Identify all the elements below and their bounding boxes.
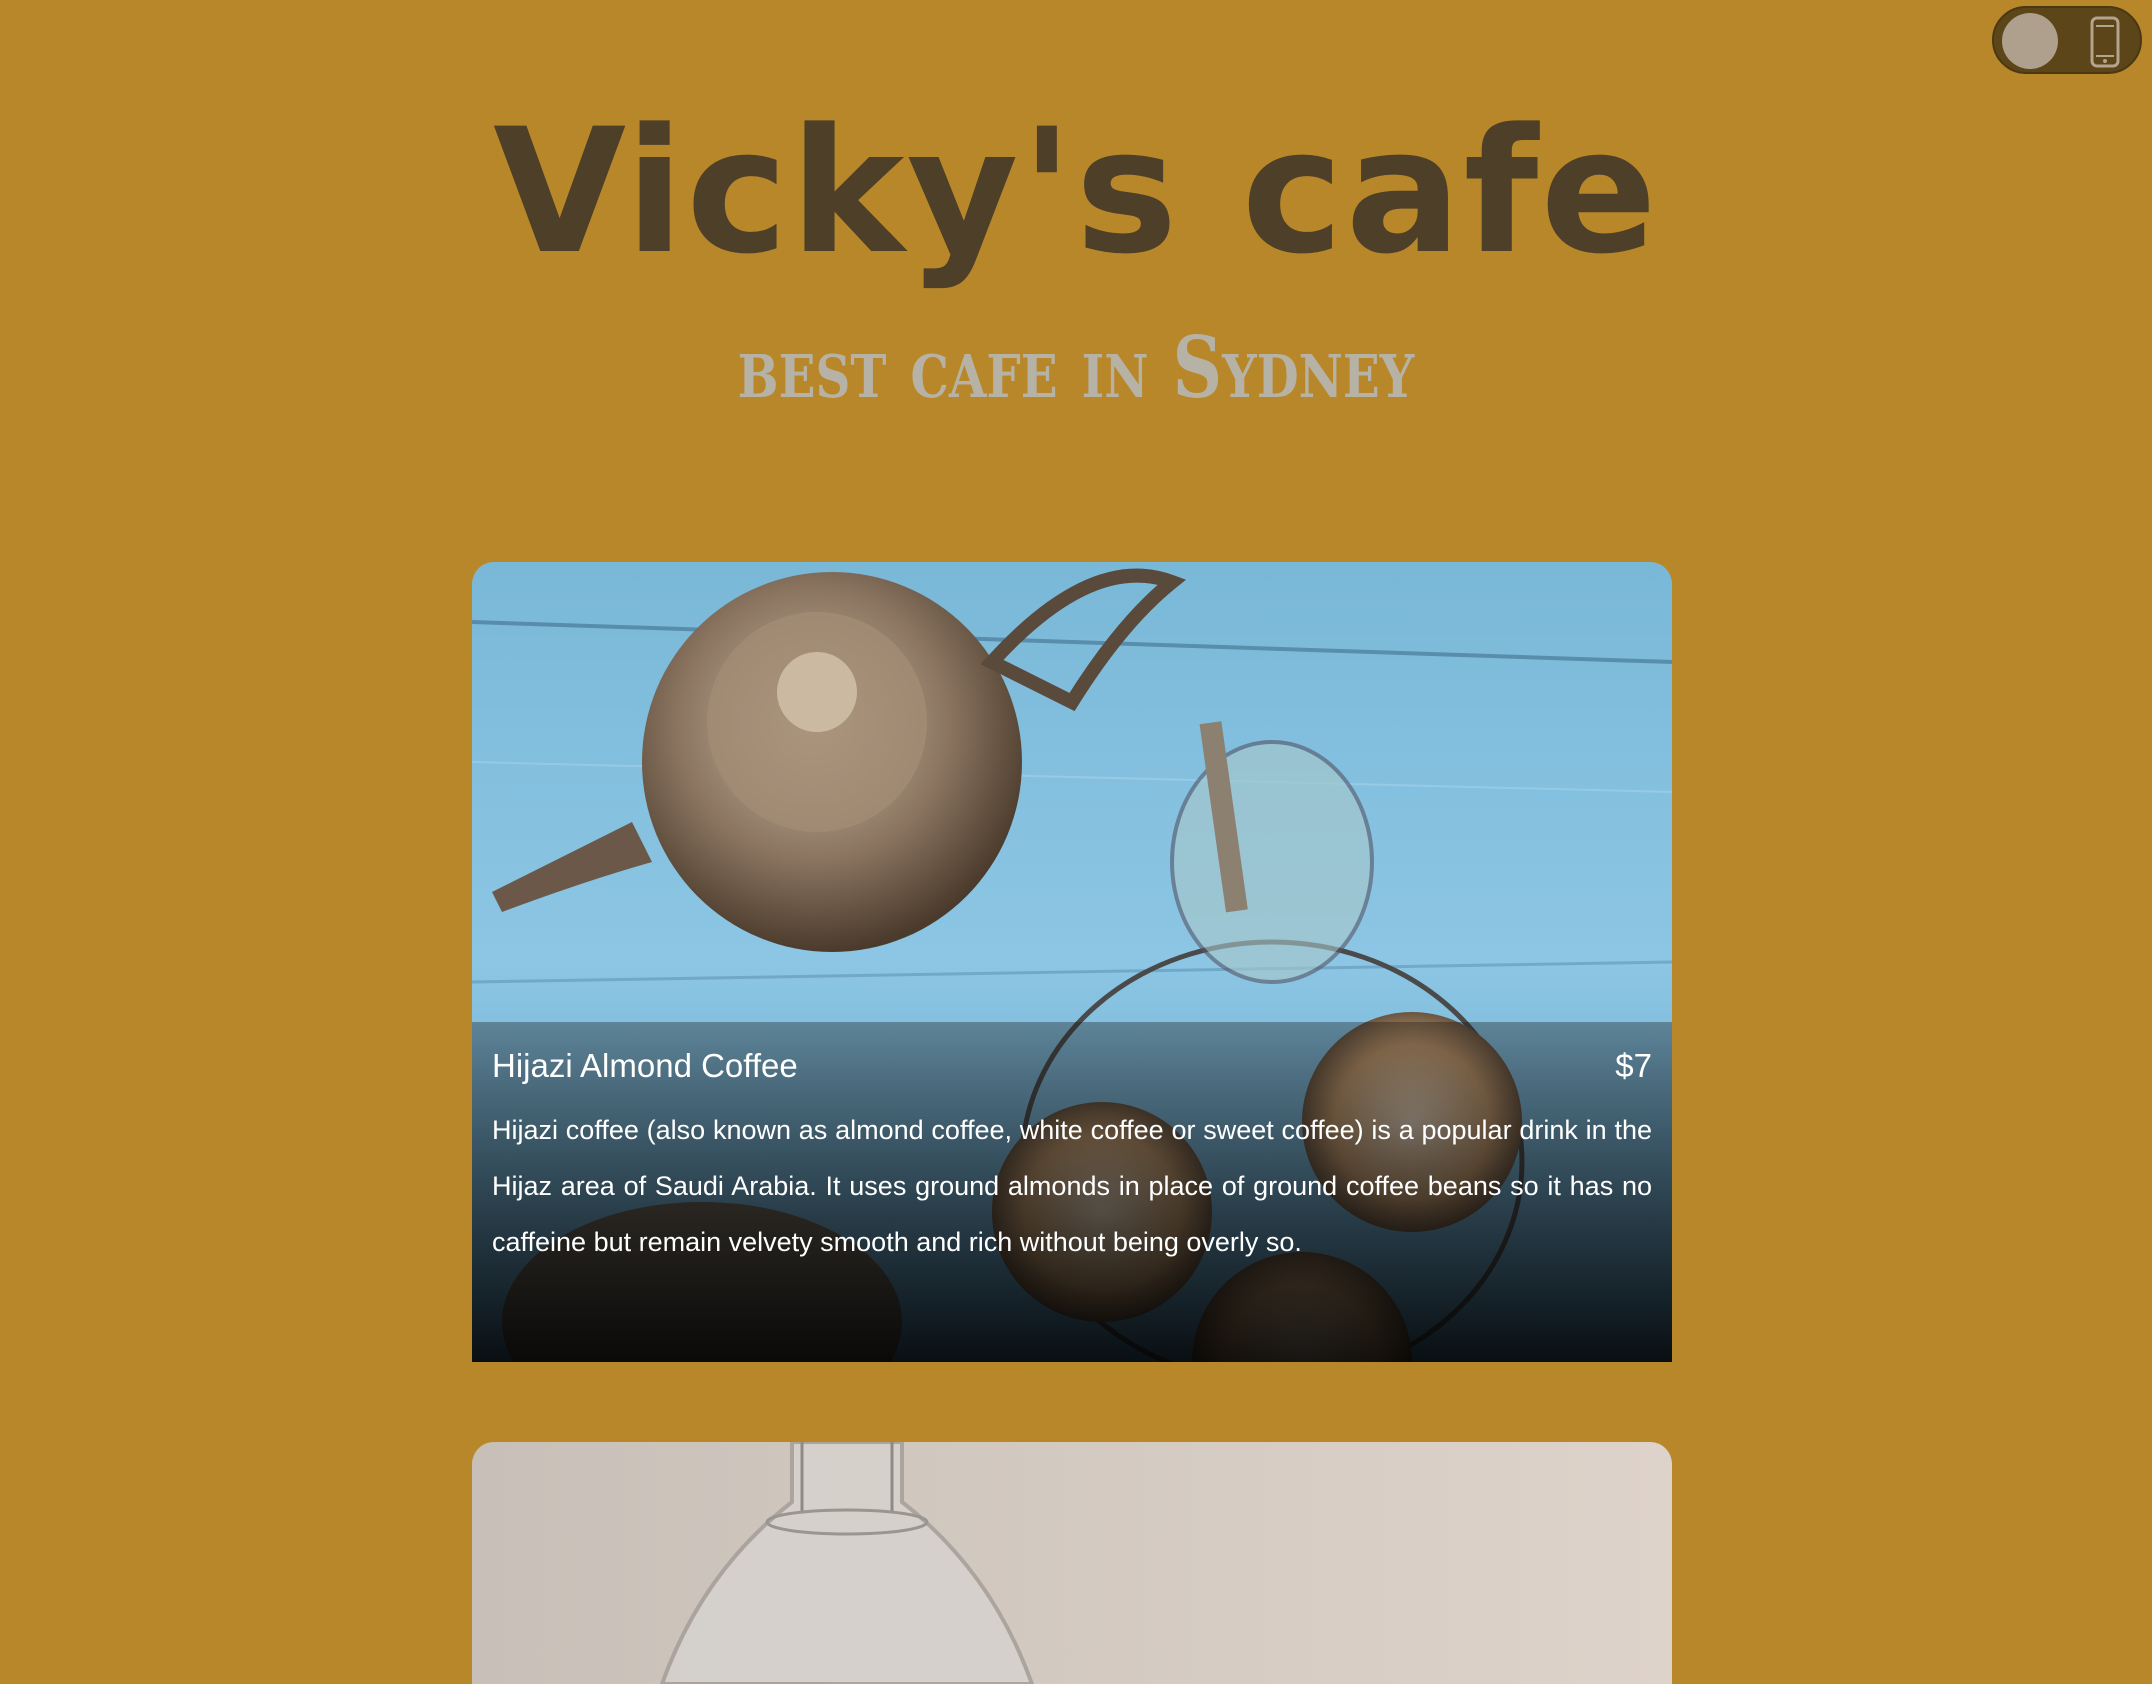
item-description: Hijazi coffee (also known as almond coff… (492, 1115, 1652, 1257)
menu-card-2[interactable] (472, 1442, 1672, 1684)
site-title: Vicky's cafe (493, 91, 1659, 292)
item-name: Hijazi Almond Coffee (492, 1047, 798, 1084)
view-mode-toggle[interactable] (1992, 6, 2142, 74)
toggle-knob[interactable] (2002, 13, 2058, 69)
card-overlay: Hijazi Almond Coffee $7 Hijazi coffee (a… (472, 1022, 1672, 1362)
card-header: Hijazi Almond Coffee $7 (492, 1044, 1652, 1088)
page: Vicky's cafe best cafe in Sydney Hijazi … (0, 0, 2152, 1684)
menu-card[interactable]: Hijazi Almond Coffee $7 Hijazi coffee (a… (472, 562, 1672, 1362)
phone-icon (2090, 16, 2120, 68)
site-subtitle: best cafe in Sydney (737, 318, 1415, 417)
bottle-photo (472, 1442, 1672, 1684)
item-price: $7 (1615, 1047, 1652, 1084)
